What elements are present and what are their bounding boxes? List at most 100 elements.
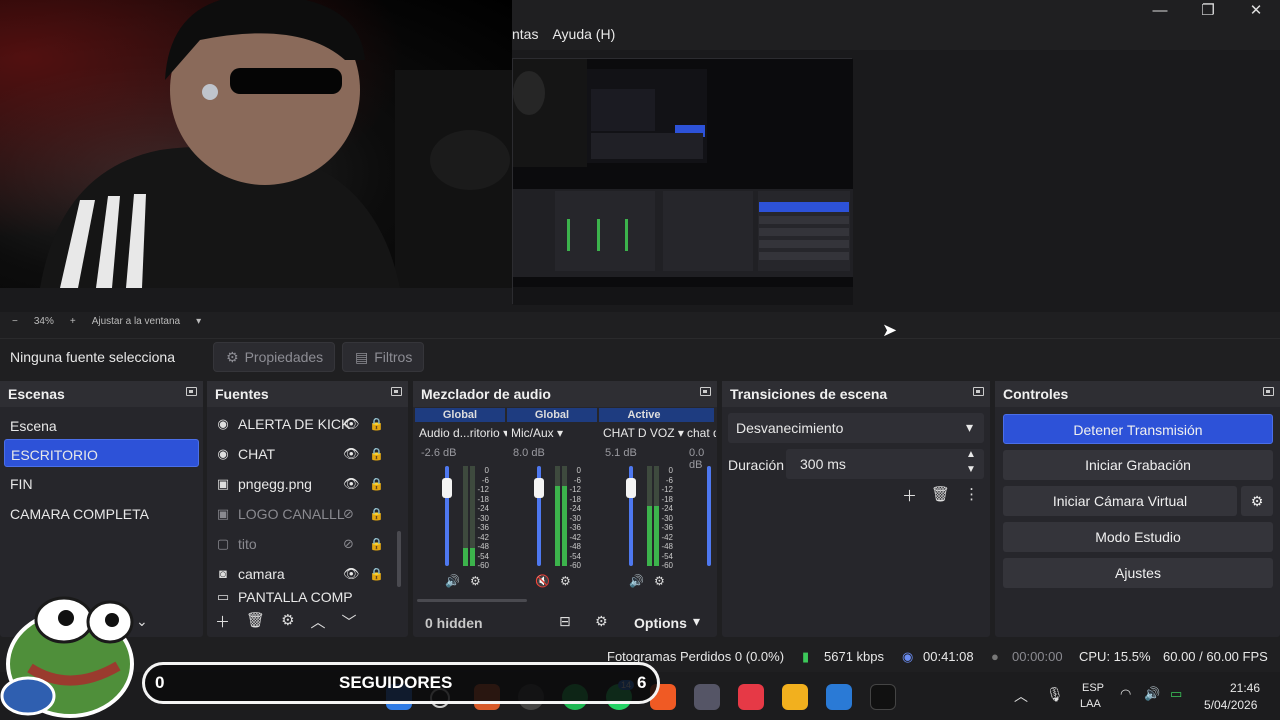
scene-item[interactable]: FIN — [4, 469, 199, 497]
eye-icon[interactable]: 👁 — [343, 446, 360, 462]
trash-icon[interactable]: 🗑 — [246, 611, 265, 632]
virtual-camera-button[interactable]: Iniciar Cámara Virtual — [1003, 486, 1237, 516]
scene-item[interactable]: Escena — [4, 411, 199, 439]
source-item-hidden[interactable]: ▣ LOGO CANALLL ⊘ 🔒 — [215, 501, 387, 527]
zoom-in-button[interactable]: + — [70, 316, 76, 327]
lock-icon[interactable]: 🔒 — [369, 507, 384, 521]
source-item[interactable]: ▣ pngegg.png 👁 🔒 — [215, 471, 387, 497]
source-item-hidden[interactable]: ▢ tito ⊘ 🔒 — [215, 531, 387, 557]
chevron-up-icon[interactable]: ︿ — [311, 611, 326, 632]
volume-icon[interactable]: 🔊 — [445, 574, 460, 588]
gear-icon[interactable]: ⚙ — [654, 574, 665, 588]
source-item[interactable]: ◉ CHAT 👁 🔒 — [215, 441, 387, 467]
properties-button[interactable]: ⚙ Propiedades — [213, 342, 335, 372]
source-item[interactable]: ◙ camara 👁 🔒 — [215, 561, 387, 587]
chevron-up-icon[interactable]: ▲ — [966, 449, 976, 460]
mute-icon[interactable]: 🔇 — [535, 574, 550, 588]
hidden-count[interactable]: 0 hidden — [425, 615, 483, 631]
app-icon[interactable] — [782, 684, 808, 710]
battery-icon[interactable]: ▭ — [1170, 686, 1182, 702]
db-tick: -12 — [477, 485, 489, 494]
clock-date[interactable]: 5/04/2026 — [1204, 698, 1257, 712]
popout-icon[interactable] — [1263, 387, 1274, 396]
gear-icon[interactable]: ⚙ — [470, 574, 481, 588]
chevron-down-icon[interactable]: ﹀ — [342, 611, 357, 632]
vscode-icon[interactable] — [826, 684, 852, 710]
add-icon[interactable]: ＋ — [215, 611, 230, 632]
wifi-icon[interactable]: ◠ — [1120, 686, 1131, 702]
channel-name[interactable]: chat d ▾ — [687, 426, 716, 440]
close-button[interactable]: ✕ — [1232, 0, 1280, 24]
lock-icon[interactable]: 🔒 — [369, 477, 384, 491]
duration-spinbox[interactable]: 300 ms ▲ ▼ — [786, 449, 984, 479]
eye-icon[interactable]: 👁 — [343, 476, 360, 492]
app-icon[interactable] — [738, 684, 764, 710]
db-tick: -18 — [569, 494, 581, 504]
eye-icon[interactable]: 👁 — [343, 566, 360, 582]
region[interactable]: LAA — [1080, 698, 1101, 710]
trash-icon[interactable]: 🗑 — [931, 485, 950, 506]
eye-icon[interactable]: 👁 — [343, 416, 360, 432]
studio-mode-button[interactable]: Modo Estudio — [1003, 522, 1273, 552]
gear-icon[interactable]: ⚙ — [560, 574, 571, 588]
scrollbar[interactable] — [397, 531, 401, 587]
db-tick: -12 — [569, 485, 581, 494]
mixer-scrollbar[interactable] — [417, 599, 527, 602]
source-item[interactable]: ◉ ALERTA DE KICK 👁 🔒 — [215, 411, 387, 437]
channel-header: Global — [415, 408, 505, 422]
zoom-out-button[interactable]: − — [12, 316, 18, 327]
scene-item-selected[interactable]: ESCRITORIO — [4, 439, 199, 467]
tiktok-icon[interactable] — [870, 684, 896, 710]
fader-knob[interactable] — [534, 478, 544, 498]
source-name: pngegg.png — [238, 476, 312, 492]
popout-icon[interactable] — [973, 387, 984, 396]
menu-item-herramientas[interactable]: ntas — [512, 26, 538, 42]
fader-knob[interactable] — [442, 478, 452, 498]
menu-item-ayuda[interactable]: Ayuda (H) — [552, 26, 615, 42]
fit-to-window[interactable]: Ajustar a la ventana — [92, 316, 180, 327]
chevron-up-icon[interactable]: ︿ — [1014, 686, 1028, 706]
eye-off-icon[interactable]: ⊘ — [343, 536, 354, 552]
gear-icon[interactable]: ⚙ — [281, 611, 294, 632]
app-icon[interactable] — [694, 684, 720, 710]
more-icon[interactable]: ⋮ — [964, 485, 979, 506]
lock-icon[interactable]: 🔒 — [369, 567, 384, 581]
clock-time[interactable]: 21:46 — [1230, 681, 1260, 695]
channel-name[interactable]: CHAT D VOZ ▾ — [603, 426, 684, 440]
language[interactable]: ESP — [1082, 682, 1104, 694]
source-item[interactable]: ▭ PANTALLA COMP — [215, 591, 387, 603]
volume-icon[interactable]: 🔊 — [1144, 686, 1160, 702]
start-record-button[interactable]: Iniciar Grabación — [1003, 450, 1273, 480]
scene-item[interactable]: CAMARA COMPLETA — [4, 499, 199, 527]
popout-icon[interactable] — [186, 387, 197, 396]
fader-knob[interactable] — [626, 478, 636, 498]
globe-icon: ◉ — [217, 446, 229, 461]
settings-button[interactable]: Ajustes — [1003, 558, 1273, 588]
popout-icon[interactable] — [391, 387, 402, 396]
eye-off-icon[interactable]: ⊘ — [343, 506, 354, 522]
options-button[interactable]: Options — [634, 615, 687, 631]
chevron-down-icon[interactable]: ▾ — [693, 613, 700, 630]
channel-name-label: Mic/Aux — [511, 426, 554, 440]
lock-icon[interactable]: 🔒 — [369, 537, 384, 551]
chevron-down-icon[interactable]: ▼ — [966, 464, 976, 475]
add-icon[interactable]: ＋ — [902, 485, 917, 506]
volume-icon[interactable]: 🔊 — [629, 574, 644, 588]
mixer-channel: Active CHAT D VOZ ▾ 5.1 dB 0 -6 -12 -18 -24 -30-… — [599, 408, 691, 588]
channel-name[interactable]: Mic/Aux ▾ — [511, 426, 563, 440]
popout-icon[interactable] — [700, 387, 711, 396]
gear-icon[interactable]: ⚙ — [1241, 486, 1273, 516]
lock-icon[interactable]: 🔒 — [369, 417, 384, 431]
lock-icon[interactable]: 🔒 — [369, 447, 384, 461]
volume-fader[interactable] — [707, 466, 711, 566]
chevron-down-icon[interactable]: ▾ — [196, 316, 201, 327]
minimize-button[interactable]: — — [1136, 0, 1184, 24]
gear-icon[interactable]: ⚙ — [595, 613, 608, 630]
maximize-button[interactable]: ❐ — [1184, 0, 1232, 24]
layout-icon[interactable]: ⊟ — [559, 613, 571, 630]
filters-button[interactable]: ▤ Filtros — [342, 342, 424, 372]
stop-stream-button[interactable]: Detener Transmisión — [1003, 414, 1273, 444]
microphone-icon[interactable]: 🎙 — [1046, 686, 1064, 703]
channel-name[interactable]: Audio d...ritorio ▾ — [419, 426, 507, 440]
transition-select[interactable]: Desvanecimiento ▾ — [728, 413, 984, 443]
